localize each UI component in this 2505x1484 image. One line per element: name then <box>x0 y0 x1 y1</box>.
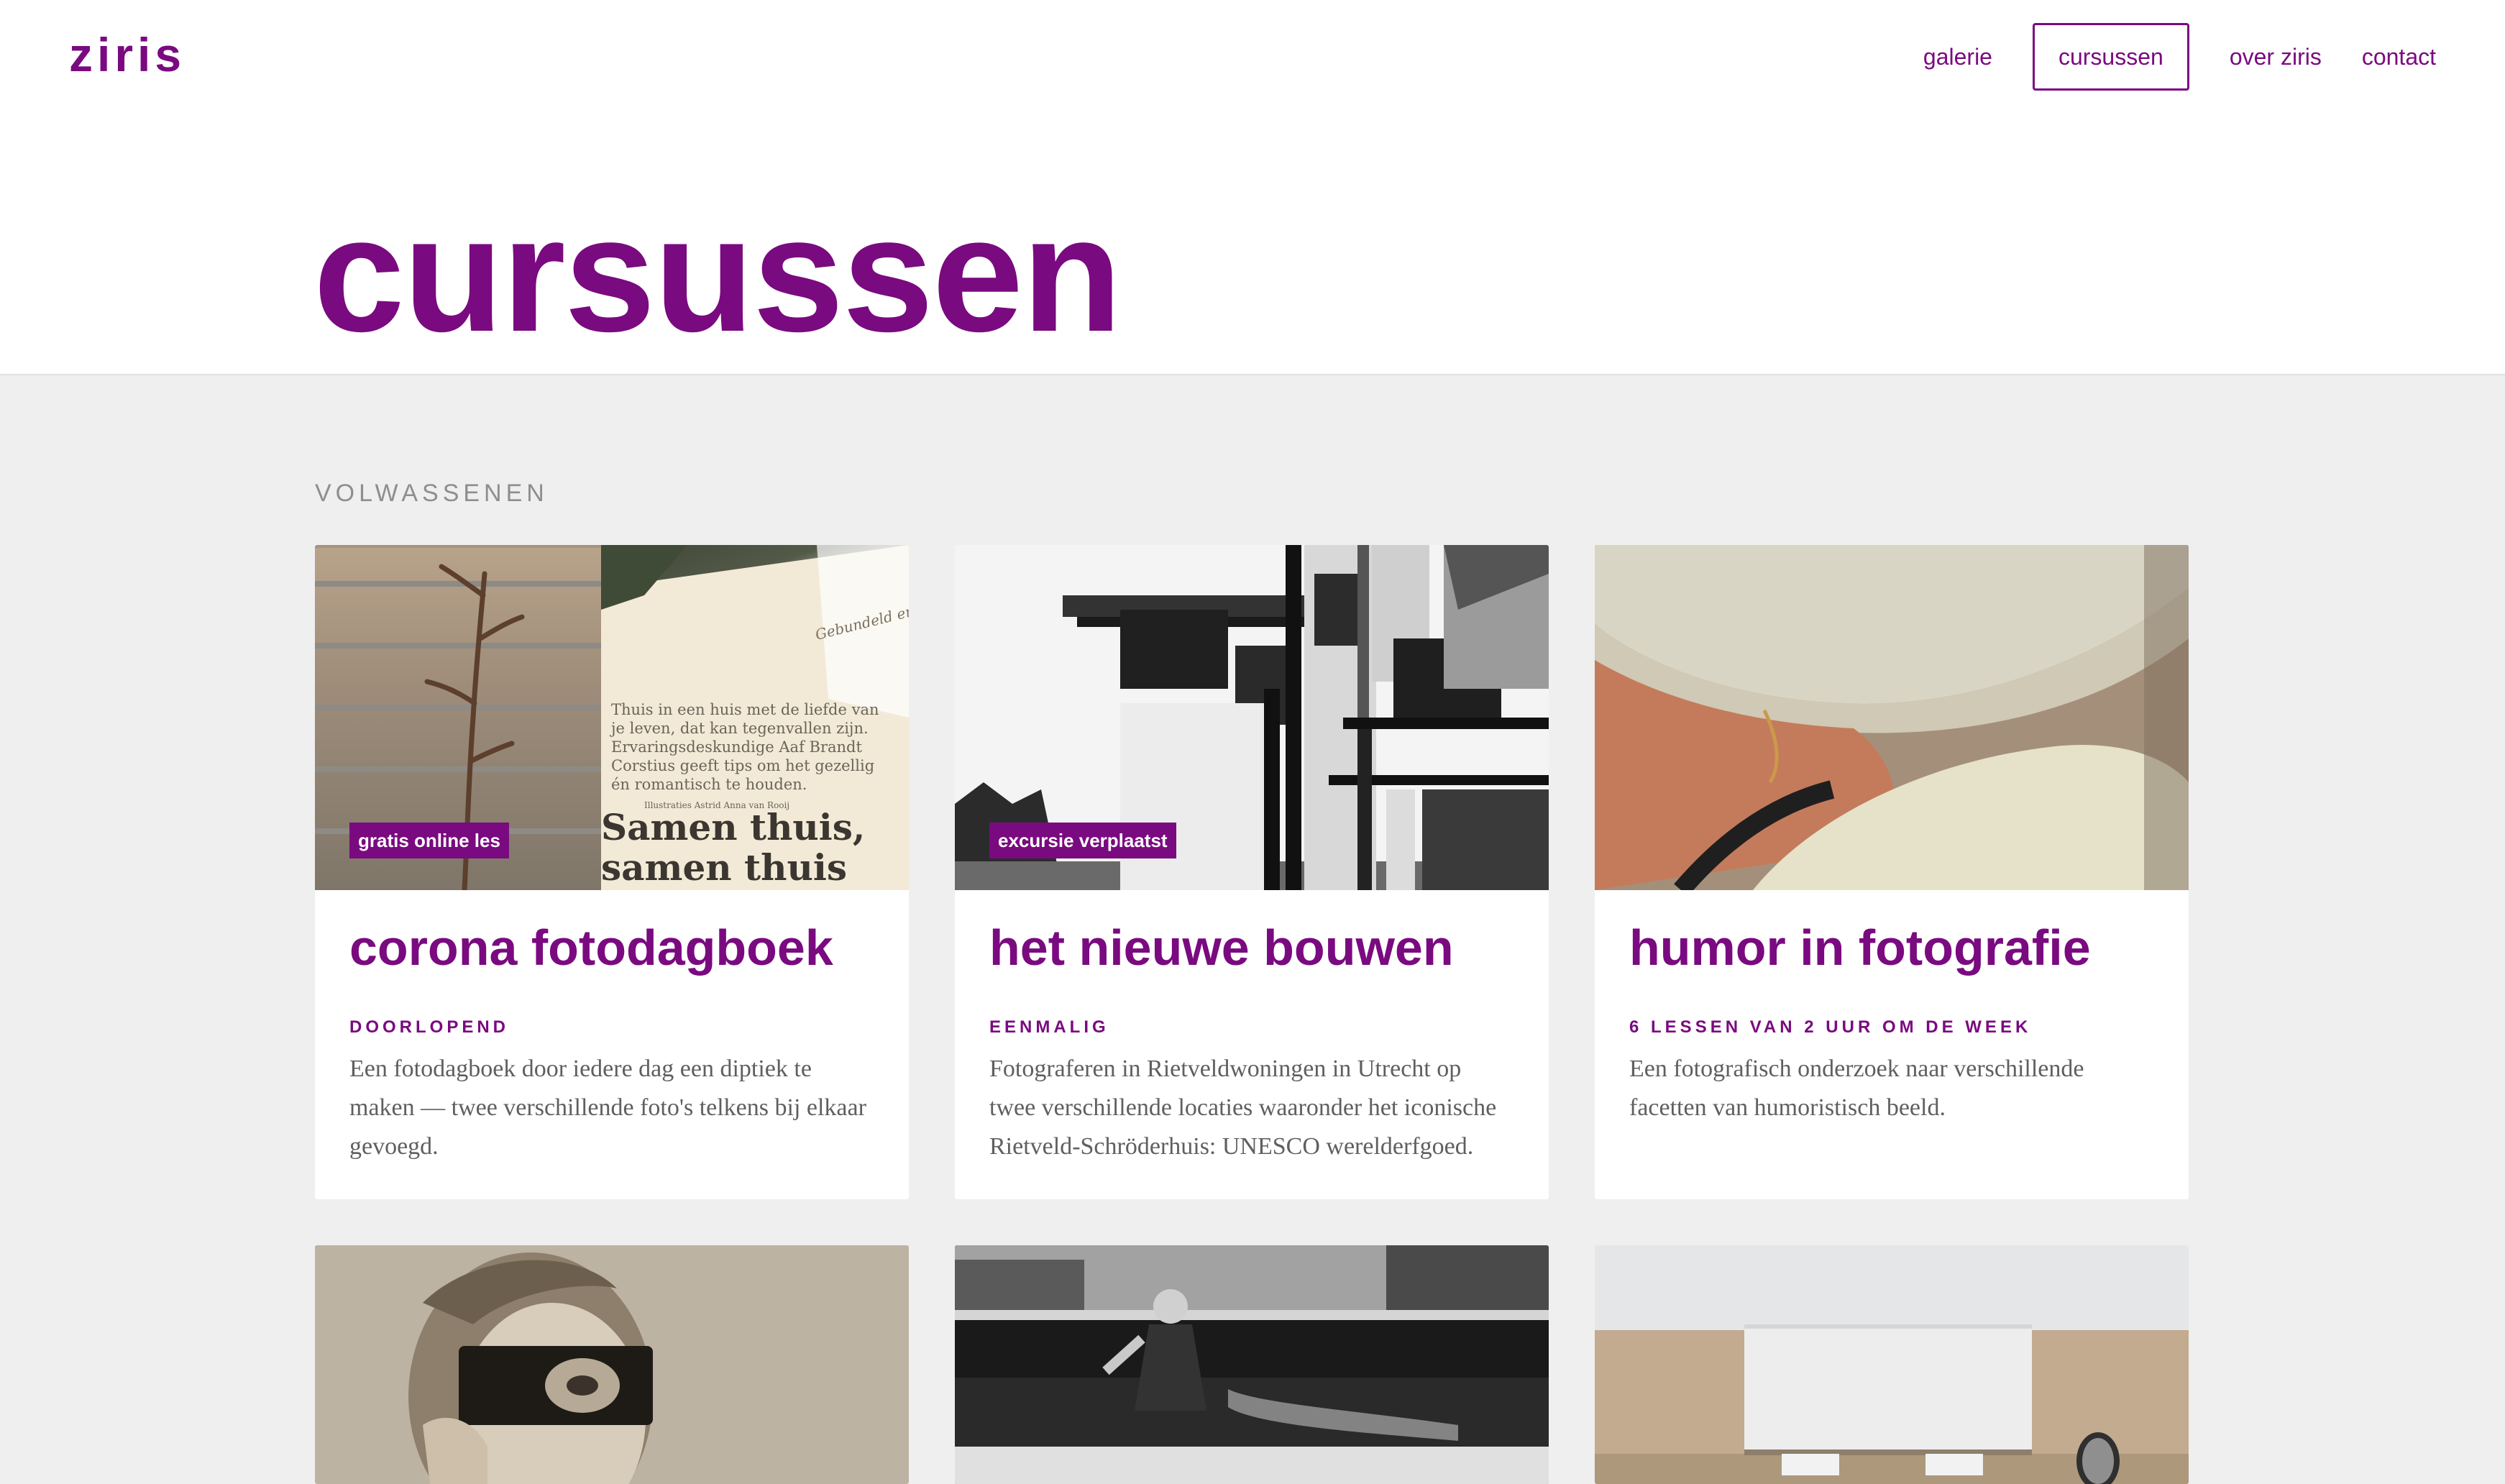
course-title[interactable]: humor in fotografie <box>1629 919 2154 976</box>
description-line: Een fotodagboek door iedere dag een dipt… <box>349 1055 812 1082</box>
course-card-corona-fotodagboek[interactable]: Gebundeld en geknev Thuis in een huis me… <box>315 545 909 1199</box>
badge-excursie-verplaatst: excursie verplaatst <box>989 823 1176 858</box>
newspaper-illustration: Gebundeld en geknev Thuis in een huis me… <box>601 545 909 890</box>
course-frequency: 6 LESSEN VAN 2 UUR OM DE WEEK <box>1629 1017 2032 1037</box>
course-card-image[interactable]: Gebundeld en geknev Thuis in een huis me… <box>315 545 909 890</box>
wall-landscape-photo <box>1595 1245 2189 1484</box>
description-line: Fotograferen in Rietveldwoningen in Utre… <box>989 1055 1462 1082</box>
course-card-body: corona fotodagboek DOORLOPEND Een fotoda… <box>315 890 909 1195</box>
site-logo[interactable]: ziris <box>69 24 186 85</box>
girl-by-water-photo <box>955 1245 1549 1484</box>
course-card-het-nieuwe-bouwen[interactable]: excursie verplaatst het nieuwe bouwen EE… <box>955 545 1549 1199</box>
course-description: Fotograferen in Rietveldwoningen in Utre… <box>989 1050 1514 1166</box>
course-description: Een fotografisch onderzoek naar verschil… <box>1629 1050 2154 1127</box>
course-frequency: DOORLOPEND <box>349 1017 510 1037</box>
course-card-row2-1[interactable] <box>315 1245 909 1484</box>
canal-illustration <box>955 1245 1549 1484</box>
course-description: Een fotodagboek door iedere dag een dipt… <box>349 1050 874 1166</box>
course-card-image[interactable]: excursie verplaatst <box>955 545 1549 890</box>
course-card-body: humor in fotografie 6 LESSEN VAN 2 UUR O… <box>1595 890 2189 1156</box>
course-card-row2-2[interactable] <box>955 1245 1549 1484</box>
description-line: twee verschillende locaties waaronder he… <box>989 1094 1497 1121</box>
page-title: cursussen <box>313 183 1122 366</box>
course-title[interactable]: corona fotodagboek <box>349 919 874 976</box>
course-frequency: EENMALIG <box>989 1017 1109 1037</box>
nav-item-over-ziris[interactable]: over ziris <box>2230 23 2322 91</box>
newspaper-line-5: én romantisch te houden. <box>611 776 807 793</box>
course-card-image[interactable] <box>1595 545 2189 890</box>
course-title[interactable]: het nieuwe bouwen <box>989 919 1514 976</box>
badge-gratis-online-les: gratis online les <box>349 823 509 858</box>
main-nav: galerie cursussen over ziris contact <box>1883 23 2436 91</box>
vintage-portrait-photo <box>315 1245 909 1484</box>
description-line: Rietveld-Schröderhuis: UNESCO werelderfg… <box>989 1133 1474 1160</box>
hat-illustration <box>1595 545 2189 890</box>
nav-item-contact[interactable]: contact <box>2362 23 2436 91</box>
description-line: facetten van humoristisch beeld. <box>1629 1094 1946 1121</box>
newspaper-headline-2: samen thuis <box>601 846 847 889</box>
newspaper-line-4: Corstius geeft tips om het gezellig <box>611 757 874 774</box>
newspaper-photo: Gebundeld en geknev Thuis in een huis me… <box>601 545 909 890</box>
portrait-illustration <box>315 1245 909 1484</box>
description-line: gevoegd. <box>349 1133 439 1160</box>
course-card-humor-in-fotografie[interactable]: humor in fotografie 6 LESSEN VAN 2 UUR O… <box>1595 545 2189 1199</box>
nav-item-galerie[interactable]: galerie <box>1923 23 1992 91</box>
section-label: VOLWASSENEN <box>315 480 549 507</box>
newspaper-line-1: Thuis in een huis met de liefde van <box>611 701 879 718</box>
site-header: ziris galerie cursussen over ziris conta… <box>0 0 2505 375</box>
course-card-row2-3[interactable] <box>1595 1245 2189 1484</box>
nav-item-cursussen[interactable]: cursussen <box>2032 23 2189 91</box>
course-card-body: het nieuwe bouwen EENMALIG Fotograferen … <box>955 890 1549 1195</box>
description-line: maken — twee verschillende foto's telken… <box>349 1094 866 1121</box>
newspaper-line-2: je leven, dat kan tegenvallen zijn. <box>609 720 869 737</box>
newspaper-headline-1: Samen thuis, <box>601 806 865 848</box>
wall-illustration <box>1595 1245 2189 1484</box>
hat-woman-photo <box>1595 545 2189 890</box>
newspaper-line-3: Ervaringsdeskundige Aaf Brandt <box>611 738 862 756</box>
description-line: Een fotografisch onderzoek naar verschil… <box>1629 1055 2084 1082</box>
